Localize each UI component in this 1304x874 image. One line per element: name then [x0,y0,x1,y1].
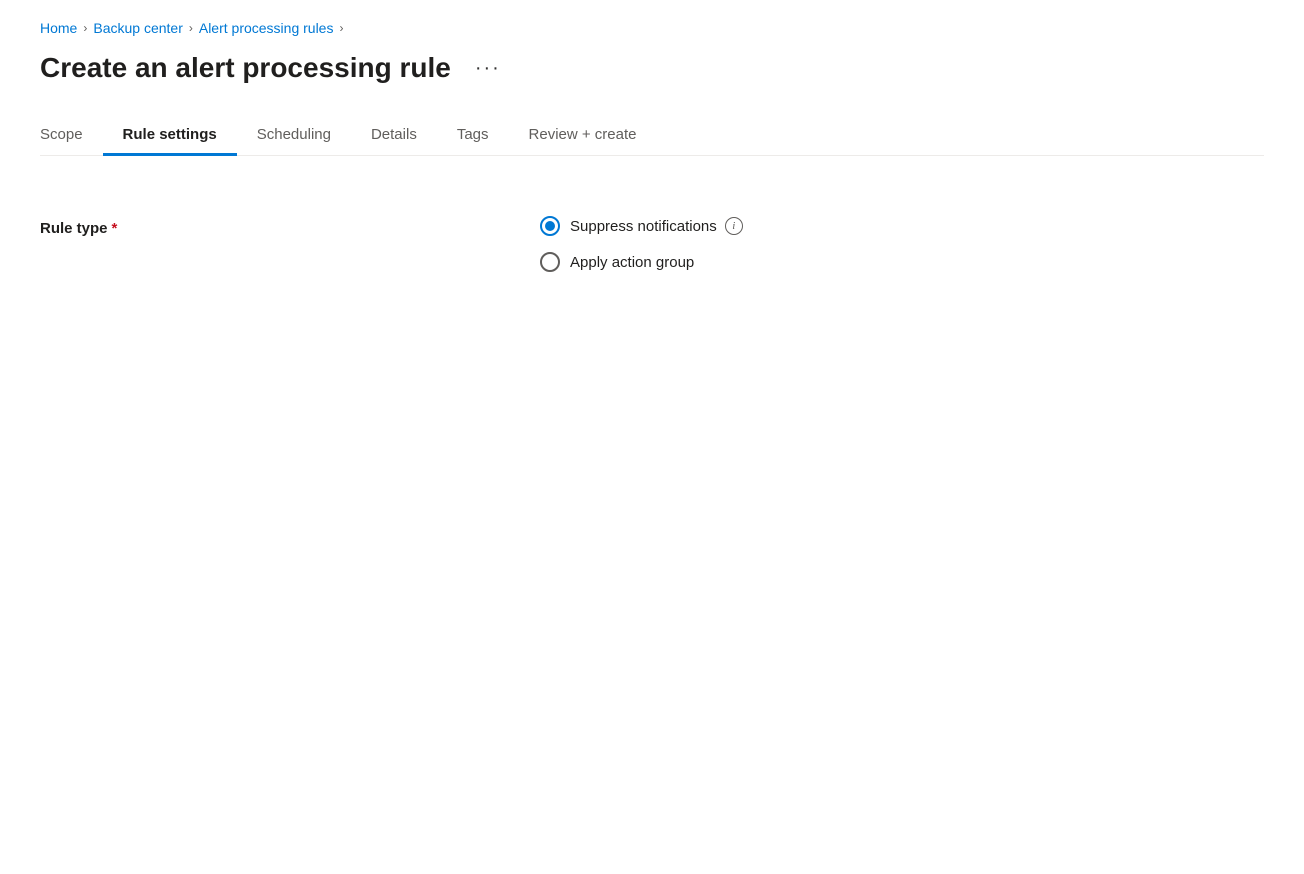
radio-input-suppress[interactable] [540,216,560,236]
tab-details[interactable]: Details [351,116,437,156]
tab-scope[interactable]: Scope [40,116,103,156]
more-options-button[interactable]: ··· [467,53,509,84]
breadcrumb-home[interactable]: Home [40,20,77,36]
breadcrumb: Home › Backup center › Alert processing … [40,20,1264,36]
breadcrumb-sep-2: › [189,21,193,35]
suppress-label: Suppress notifications i [570,217,743,235]
breadcrumb-backup-center[interactable]: Backup center [93,20,183,36]
tabs-bar: Scope Rule settings Scheduling Details T… [40,116,1264,156]
breadcrumb-sep-3: › [339,21,343,35]
radio-suppress-notifications[interactable]: Suppress notifications i [540,216,743,236]
rule-type-section: Rule type* Suppress notifications i Appl… [40,196,1264,292]
rule-type-label: Rule type* [40,216,240,237]
radio-apply-action-group[interactable]: Apply action group [540,252,743,272]
breadcrumb-alert-processing-rules[interactable]: Alert processing rules [199,20,334,36]
breadcrumb-sep-1: › [83,21,87,35]
suppress-info-icon[interactable]: i [725,217,743,235]
rule-type-options: Suppress notifications i Apply action gr… [540,216,743,272]
tab-rule-settings[interactable]: Rule settings [103,116,237,156]
tab-review-create[interactable]: Review + create [509,116,657,156]
tab-tags[interactable]: Tags [437,116,509,156]
radio-input-apply-action[interactable] [540,252,560,272]
apply-action-label: Apply action group [570,254,694,271]
required-asterisk: * [112,220,118,237]
page-title-row: Create an alert processing rule ··· [40,52,1264,84]
page-title: Create an alert processing rule [40,52,451,84]
tab-scheduling[interactable]: Scheduling [237,116,351,156]
